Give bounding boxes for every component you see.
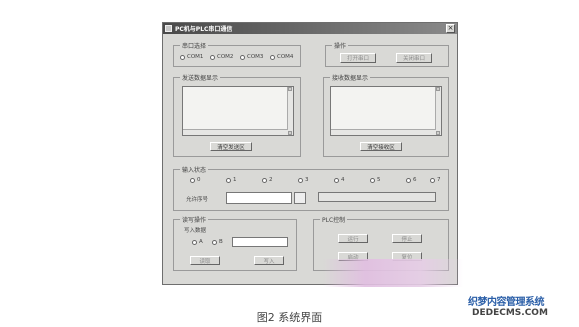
operation-group-label: 操作 xyxy=(332,41,349,50)
watermark-url: DEDECMS.COM xyxy=(472,308,548,318)
input-status-group-label: 输入状态 xyxy=(180,165,209,174)
scroll-up-icon[interactable] xyxy=(436,87,440,91)
close-button[interactable]: × xyxy=(446,24,455,33)
recv-hscrollbar[interactable] xyxy=(331,129,436,135)
serial-port-group-label: 串口选择 xyxy=(180,41,209,50)
serial-port-group: 串口选择 COM1 COM2 COM3 COM4 xyxy=(173,41,301,67)
recv-vscrollbar[interactable] xyxy=(435,87,441,135)
send-display-group-label: 发送数据显示 xyxy=(180,73,221,82)
send-display-textarea[interactable] xyxy=(182,86,294,136)
radio-bit-2[interactable]: 2 xyxy=(262,177,273,183)
open-port-button[interactable]: 打开串口 xyxy=(340,53,376,63)
app-icon xyxy=(165,25,172,32)
watermark-text: 织梦内容管理系统 xyxy=(468,297,545,308)
write-data-input[interactable] xyxy=(232,237,288,247)
radio-bit-3[interactable]: 3 xyxy=(298,177,309,183)
radio-dot-icon xyxy=(270,54,275,60)
send-display-group: 发送数据显示 清空发送区 xyxy=(173,73,301,157)
radio-dot-icon xyxy=(212,239,217,245)
read-write-group: 读写操作 写入数据 A B 读取 写入 xyxy=(173,215,297,271)
close-icon: × xyxy=(447,24,454,32)
radio-bit-4[interactable]: 4 xyxy=(334,177,345,183)
write-data-label: 写入数据 xyxy=(184,228,207,234)
seq-label: 允许序号 xyxy=(186,197,209,203)
radio-dot-icon xyxy=(180,54,185,60)
radio-dot-icon xyxy=(192,239,197,245)
operation-group: 操作 打开串口 关闭串口 xyxy=(325,41,449,67)
recv-display-group-label: 接收数据显示 xyxy=(330,73,371,82)
radio-bit-1[interactable]: 1 xyxy=(226,177,237,183)
seq-spin-field[interactable] xyxy=(294,192,306,204)
radio-dot-icon xyxy=(430,177,435,183)
radio-bit-0[interactable]: 0 xyxy=(190,177,201,183)
radio-bit-5[interactable]: 5 xyxy=(370,177,381,183)
app-window: PC机与PLC串口通信 × 串口选择 COM1 COM2 COM3 COM4 操… xyxy=(162,22,458,285)
recv-display-textarea[interactable] xyxy=(330,86,442,136)
radio-dot-icon xyxy=(190,177,195,183)
watermark: 织梦内容管理系统 DEDECMS.COM xyxy=(468,293,579,327)
title-bar[interactable]: PC机与PLC串口通信 × xyxy=(163,23,457,34)
plc-control-group-label: PLC控制 xyxy=(320,215,348,224)
plc-stop-button[interactable]: 停止 xyxy=(392,234,422,243)
clear-send-button[interactable]: 清空发送区 xyxy=(210,142,252,151)
scroll-down-icon[interactable] xyxy=(288,131,292,135)
recv-display-group: 接收数据显示 清空接收区 xyxy=(323,73,449,157)
radio-dot-icon xyxy=(262,177,267,183)
radio-dot-icon xyxy=(210,54,215,60)
radio-dot-icon xyxy=(298,177,303,183)
radio-dot-icon xyxy=(406,177,411,183)
scroll-down-icon[interactable] xyxy=(436,131,440,135)
image-smudge xyxy=(323,259,463,287)
radio-com2[interactable]: COM2 xyxy=(210,54,233,60)
send-hscrollbar[interactable] xyxy=(183,129,288,135)
radio-bit-7[interactable]: 7 xyxy=(430,177,441,183)
input-status-group: 输入状态 0 1 2 3 4 5 6 7 允许序号 xyxy=(173,165,449,211)
scroll-up-icon[interactable] xyxy=(288,87,292,91)
radio-bit-6[interactable]: 6 xyxy=(406,177,417,183)
read-button[interactable]: 读取 xyxy=(190,256,220,265)
radio-dot-icon xyxy=(370,177,375,183)
radio-dot-icon xyxy=(240,54,245,60)
radio-com3[interactable]: COM3 xyxy=(240,54,263,60)
radio-a[interactable]: A xyxy=(192,239,203,245)
radio-dot-icon xyxy=(226,177,231,183)
plc-run-button[interactable]: 运行 xyxy=(338,234,368,243)
radio-dot-icon xyxy=(334,177,339,183)
radio-com1[interactable]: COM1 xyxy=(180,54,203,60)
close-port-button[interactable]: 关闭串口 xyxy=(396,53,432,63)
clear-recv-button[interactable]: 清空接收区 xyxy=(360,142,402,151)
radio-b[interactable]: B xyxy=(212,239,223,245)
send-vscrollbar[interactable] xyxy=(287,87,293,135)
status-display-field xyxy=(318,192,436,202)
radio-com4[interactable]: COM4 xyxy=(270,54,293,60)
window-title: PC机与PLC串口通信 xyxy=(175,26,233,33)
write-button[interactable]: 写入 xyxy=(254,256,284,265)
seq-input[interactable] xyxy=(226,192,292,204)
read-write-group-label: 读写操作 xyxy=(180,215,209,224)
